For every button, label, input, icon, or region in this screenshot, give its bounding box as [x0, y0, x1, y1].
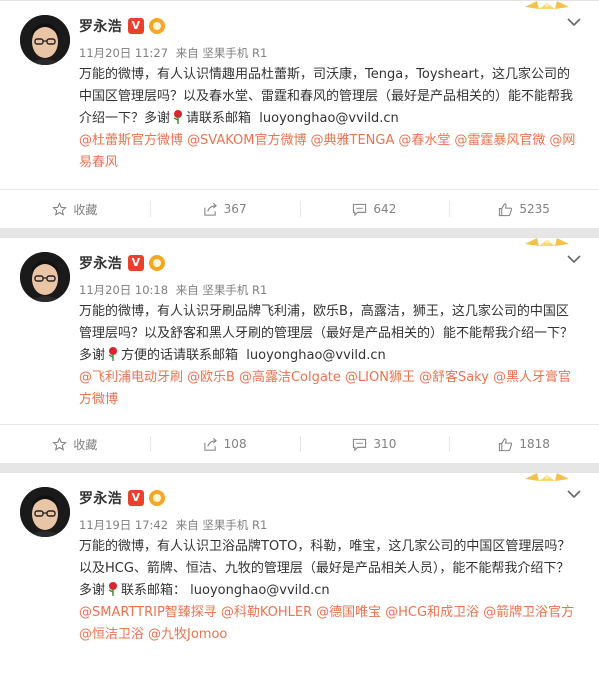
favorite-label: 收藏 — [73, 437, 98, 452]
comment-icon — [353, 203, 367, 216]
star-icon — [52, 436, 68, 451]
weibo-feed: 罗永浩 V 11月20日 11:27 来自 坚果手机 R1 万能的微博，有人认识… — [0, 0, 599, 673]
comment-button[interactable]: 310 — [299, 425, 450, 463]
favorite-label: 收藏 — [73, 202, 98, 217]
author-row: 罗永浩 V — [79, 487, 165, 509]
weibo-post: 罗永浩 V 11月19日 17:42 来自 坚果手机 R1 万能的微博，有人认识… — [0, 472, 599, 673]
author-row: 罗永浩 V — [79, 15, 165, 37]
share-icon — [204, 202, 217, 216]
mention-link[interactable]: @飞利浦电动牙刷 — [79, 370, 183, 385]
action-bar: 收藏 108 310 1818 — [0, 424, 599, 463]
comment-count: 310 — [373, 437, 397, 451]
post-body-contact: 请联系邮箱 — [186, 111, 252, 126]
star-icon — [52, 201, 68, 216]
repost-button[interactable]: 108 — [149, 425, 300, 463]
author-name[interactable]: 罗永浩 — [79, 488, 122, 508]
mention-link[interactable]: @科勒KOHLER — [221, 605, 312, 620]
mention-link[interactable]: @SMARTTRIP智臻探寻 — [79, 605, 217, 620]
mention-link[interactable]: @箭牌卫浴官方 — [483, 605, 574, 620]
post-body-contact: 方便的话请联系邮箱 — [121, 348, 239, 363]
author-name[interactable]: 罗永浩 — [79, 16, 122, 36]
mention-link[interactable]: @杜蕾斯官方微博 — [79, 133, 183, 148]
favorite-button[interactable]: 收藏 — [0, 425, 150, 463]
repost-count: 367 — [223, 202, 247, 216]
crown-decoration-icon — [525, 1, 569, 9]
mentions-list: @杜蕾斯官方微博 @SVAKOM官方微博 @典雅TENGA @春水堂 @雷霆暴风官微 @网… — [79, 133, 575, 170]
post-text: 万能的微博，有人认识情趣用品杜蕾斯，司沃康，Tenga，Toysheart，这几… — [79, 64, 581, 174]
mention-link[interactable]: @九牧Jomoo — [148, 627, 227, 642]
like-count: 5235 — [519, 202, 550, 216]
mention-link[interactable]: @高露洁Colgate — [239, 370, 341, 385]
mention-link[interactable]: @德国唯宝 — [316, 605, 381, 620]
mention-link[interactable]: @春水堂 — [398, 133, 450, 148]
post-date[interactable]: 11月20日 10:18 — [79, 283, 168, 297]
repost-button[interactable]: 367 — [149, 190, 300, 228]
verified-badge-icon: V — [127, 18, 144, 34]
thumbs-up-icon — [499, 437, 513, 451]
mention-link[interactable]: @LION狮王 — [345, 370, 415, 385]
repost-count: 108 — [223, 437, 247, 451]
post-meta: 11月20日 11:27 来自 坚果手机 R1 — [79, 45, 271, 61]
action-bar: 收藏 367 642 5235 — [0, 189, 599, 228]
crown-decoration-icon — [525, 238, 569, 246]
rose-icon — [108, 347, 118, 361]
mention-link[interactable]: @舒客Saky — [419, 370, 489, 385]
medal-icon — [148, 490, 165, 506]
post-body-contact: 联系邮箱： — [121, 583, 187, 598]
post-meta: 11月20日 10:18 来自 坚果手机 R1 — [79, 282, 271, 298]
author-row: 罗永浩 V — [79, 252, 165, 274]
post-text: 万能的微博，有人认识牙刷品牌飞利浦，欧乐B，高露洁，狮王，这几家公司的中国区管理… — [79, 301, 581, 411]
medal-icon — [148, 255, 165, 271]
mention-link[interactable]: @雷霆暴风官微 — [454, 133, 545, 148]
email-text: luoyonghao@vvild.cn — [246, 348, 386, 363]
thumbs-up-icon — [499, 202, 513, 216]
chevron-down-icon[interactable] — [567, 17, 581, 27]
post-meta: 11月19日 17:42 来自 坚果手机 R1 — [79, 517, 271, 533]
post-source: 来自 坚果手机 R1 — [175, 518, 268, 532]
verified-badge-icon: V — [127, 490, 144, 506]
avatar[interactable] — [20, 487, 70, 537]
like-button[interactable]: 5235 — [449, 190, 599, 228]
mentions-list: @飞利浦电动牙刷 @欧乐B @高露洁Colgate @LION狮王 @舒客Saky @黑人… — [79, 370, 571, 407]
verified-badge-icon: V — [127, 255, 144, 271]
medal-icon — [148, 18, 165, 34]
email-text: luoyonghao@vvild.cn — [259, 111, 399, 126]
crown-decoration-icon — [525, 473, 569, 481]
mention-link[interactable]: @欧乐B — [187, 370, 235, 385]
rose-icon — [173, 110, 183, 124]
post-date[interactable]: 11月20日 11:27 — [79, 46, 168, 60]
post-date[interactable]: 11月19日 17:42 — [79, 518, 168, 532]
like-button[interactable]: 1818 — [449, 425, 599, 463]
post-source: 来自 坚果手机 R1 — [175, 283, 268, 297]
chevron-down-icon[interactable] — [567, 489, 581, 499]
rose-icon — [108, 582, 118, 596]
post-source: 来自 坚果手机 R1 — [175, 46, 268, 60]
avatar[interactable] — [20, 15, 70, 65]
comment-icon — [353, 438, 367, 451]
mention-link[interactable]: @典雅TENGA — [311, 133, 395, 148]
like-count: 1818 — [519, 437, 550, 451]
post-text: 万能的微博，有人认识卫浴品牌TOTO，科勒，唯宝，这几家公司的中国区管理层吗？以… — [79, 536, 581, 646]
mention-link[interactable]: @SVAKOM官方微博 — [187, 133, 306, 148]
comment-count: 642 — [373, 202, 397, 216]
weibo-post: 罗永浩 V 11月20日 10:18 来自 坚果手机 R1 万能的微博，有人认识… — [0, 237, 599, 463]
mentions-list: @SMARTTRIP智臻探寻 @科勒KOHLER @德国唯宝 @HCG和成卫浴 @箭牌卫… — [79, 605, 578, 642]
favorite-button[interactable]: 收藏 — [0, 190, 150, 228]
share-icon — [204, 437, 217, 451]
mention-link[interactable]: @HCG和成卫浴 — [385, 605, 479, 620]
mention-link[interactable]: @恒洁卫浴 — [79, 627, 144, 642]
email-text: luoyonghao@vvild.cn — [190, 583, 330, 598]
weibo-post: 罗永浩 V 11月20日 11:27 来自 坚果手机 R1 万能的微博，有人认识… — [0, 0, 599, 228]
avatar[interactable] — [20, 252, 70, 302]
chevron-down-icon[interactable] — [567, 254, 581, 264]
comment-button[interactable]: 642 — [299, 190, 450, 228]
author-name[interactable]: 罗永浩 — [79, 253, 122, 273]
